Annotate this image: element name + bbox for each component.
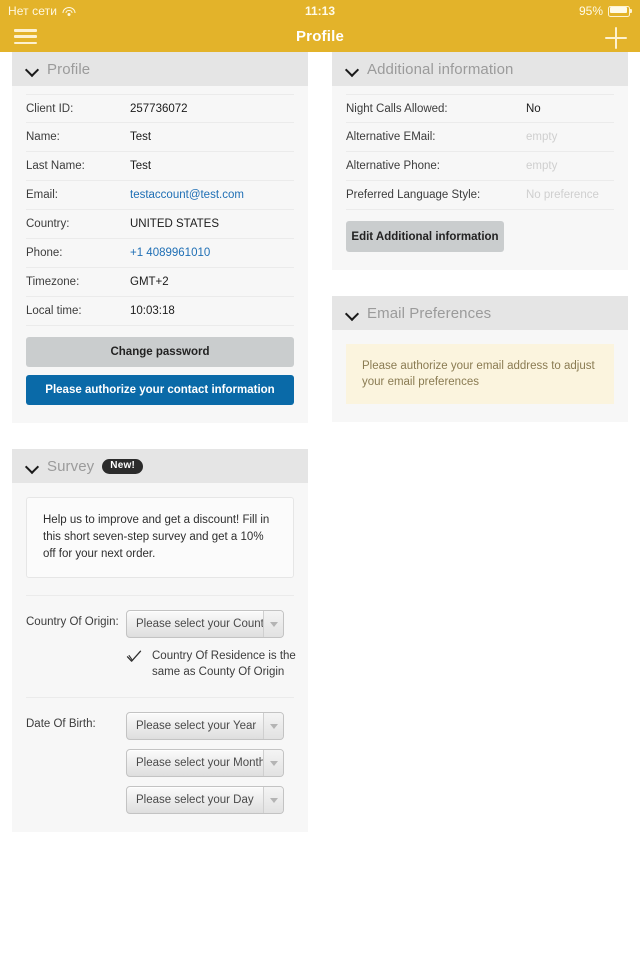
page-title: Profile xyxy=(295,28,345,45)
table-row: Country: UNITED STATES xyxy=(26,210,294,239)
country-of-origin-controls: Please select your Country Country Of Re… xyxy=(126,610,296,680)
row-value: GMT+2 xyxy=(130,276,169,288)
email-preferences-card: Email Preferences Please authorize your … xyxy=(332,296,628,422)
date-of-birth-label: Date Of Birth: xyxy=(26,718,96,730)
birth-month-select[interactable]: Please select your Month xyxy=(126,749,284,777)
survey-card: Survey New! Help us to improve and get a… xyxy=(12,449,308,832)
email-preferences-card-header[interactable]: Email Preferences xyxy=(332,296,628,330)
row-label: Client ID: xyxy=(26,102,74,115)
additional-information-card: Additional information Night Calls Allow… xyxy=(332,52,628,270)
survey-card-title: Survey xyxy=(47,457,95,475)
row-value: UNITED STATES xyxy=(130,218,220,230)
row-label: Country: xyxy=(26,218,70,230)
survey-card-body: Help us to improve and get a discount! F… xyxy=(12,497,308,832)
row-label: Email: xyxy=(26,189,58,201)
row-value: No preference xyxy=(526,189,599,201)
email-preferences-card-body: Please authorize your email address to a… xyxy=(332,344,628,422)
navigation-bar: Profile xyxy=(0,22,640,52)
row-value: 10:03:18 xyxy=(130,305,175,317)
row-label: Preferred Language Style: xyxy=(346,189,481,201)
table-row: Alternative Phone: empty xyxy=(346,152,614,181)
row-value: Test xyxy=(130,160,152,172)
row-value: empty xyxy=(526,131,558,143)
survey-intro-text: Help us to improve and get a discount! F… xyxy=(26,497,294,578)
change-password-button[interactable]: Change password xyxy=(26,337,294,367)
birth-year-select-value: Please select your Year xyxy=(136,720,257,732)
battery-percent-label: 95% xyxy=(578,4,603,18)
page-content: Profile Client ID: 257736072 Name: Test xyxy=(0,52,640,960)
country-of-origin-label: Country Of Origin: xyxy=(26,616,119,628)
same-country-checkbox-label: Country Of Residence is the same as Coun… xyxy=(152,650,296,678)
table-row: Night Calls Allowed: No xyxy=(346,94,614,123)
row-value: Test xyxy=(130,131,152,143)
status-bar: Нет сети 11:13 95% xyxy=(0,0,640,22)
additional-information-card-title: Additional information xyxy=(367,60,514,78)
country-select-value: Please select your Country xyxy=(136,618,265,630)
table-row: Local time: 10:03:18 xyxy=(26,297,294,326)
chevron-down-icon xyxy=(263,713,283,739)
chevron-down-icon xyxy=(26,63,39,76)
email-link[interactable]: testaccount@test.com xyxy=(130,189,244,201)
profile-card: Profile Client ID: 257736072 Name: Test xyxy=(12,52,308,423)
table-row: Timezone: GMT+2 xyxy=(26,268,294,297)
additional-information-card-header[interactable]: Additional information xyxy=(332,52,628,86)
table-row: Phone: +1 4089961010 xyxy=(26,239,294,268)
profile-card-header[interactable]: Profile xyxy=(12,52,308,86)
row-label: Local time: xyxy=(26,305,82,317)
birth-day-select[interactable]: Please select your Day xyxy=(126,786,284,814)
check-mark-icon xyxy=(126,649,142,665)
phone-link[interactable]: +1 4089961010 xyxy=(130,247,210,259)
plus-icon[interactable] xyxy=(605,27,627,49)
chevron-down-icon xyxy=(263,611,283,637)
row-label: Timezone: xyxy=(26,276,80,288)
row-label: Alternative EMail: xyxy=(346,131,436,143)
clock-label: 11:13 xyxy=(304,4,336,18)
status-badge: New! xyxy=(102,458,143,474)
birth-month-select-value: Please select your Month xyxy=(136,757,265,769)
table-row: Client ID: 257736072 xyxy=(26,94,294,123)
country-of-origin-field: Country Of Origin: Please select your Co… xyxy=(26,595,296,680)
chevron-down-icon xyxy=(346,307,359,320)
status-bar-right: 95% xyxy=(579,0,632,22)
table-row: Name: Test xyxy=(26,123,294,152)
row-value: 257736072 xyxy=(130,102,188,115)
battery-icon xyxy=(608,5,632,17)
status-bar-center: 11:13 xyxy=(0,0,640,22)
app-root: Нет сети 11:13 95% Profile Profile Clien… xyxy=(0,0,640,960)
chevron-down-icon xyxy=(263,750,283,776)
survey-card-header[interactable]: Survey New! xyxy=(12,449,308,483)
chevron-down-icon xyxy=(26,460,39,473)
country-select[interactable]: Please select your Country xyxy=(126,610,284,638)
birth-day-select-value: Please select your Day xyxy=(136,794,254,806)
row-label: Alternative Phone: xyxy=(346,160,440,172)
table-row: Email: testaccount@test.com xyxy=(26,181,294,210)
chevron-down-icon xyxy=(346,63,359,76)
same-country-checkbox[interactable]: Country Of Residence is the same as Coun… xyxy=(126,648,296,680)
table-row: Alternative EMail: empty xyxy=(346,123,614,152)
additional-information-list: Night Calls Allowed: No Alternative EMai… xyxy=(346,86,614,210)
row-value: empty xyxy=(526,160,558,172)
table-row: Preferred Language Style: No preference xyxy=(346,181,614,210)
date-of-birth-controls: Please select your Year Please select yo… xyxy=(126,712,294,814)
left-column: Profile Client ID: 257736072 Name: Test xyxy=(12,52,308,858)
email-preferences-card-title: Email Preferences xyxy=(367,304,492,322)
row-label: Name: xyxy=(26,131,60,143)
row-label: Phone: xyxy=(26,247,63,259)
right-column: Additional information Night Calls Allow… xyxy=(332,52,628,448)
profile-info-list: Client ID: 257736072 Name: Test Last Nam… xyxy=(26,86,294,326)
row-label: Night Calls Allowed: xyxy=(346,102,448,115)
additional-information-card-body: Night Calls Allowed: No Alternative EMai… xyxy=(332,86,628,270)
row-value: No xyxy=(526,102,541,115)
email-authorization-notice: Please authorize your email address to a… xyxy=(346,344,614,404)
chevron-down-icon xyxy=(263,787,283,813)
birth-year-select[interactable]: Please select your Year xyxy=(126,712,284,740)
authorize-contact-information-button[interactable]: Please authorize your contact informatio… xyxy=(26,375,294,405)
profile-card-title: Profile xyxy=(47,60,91,78)
edit-additional-information-button[interactable]: Edit Additional information xyxy=(346,221,504,252)
profile-card-body: Client ID: 257736072 Name: Test Last Nam… xyxy=(12,86,308,423)
date-of-birth-field: Date Of Birth: Please select your Year P… xyxy=(26,697,294,814)
row-label: Last Name: xyxy=(26,160,85,172)
table-row: Last Name: Test xyxy=(26,152,294,181)
